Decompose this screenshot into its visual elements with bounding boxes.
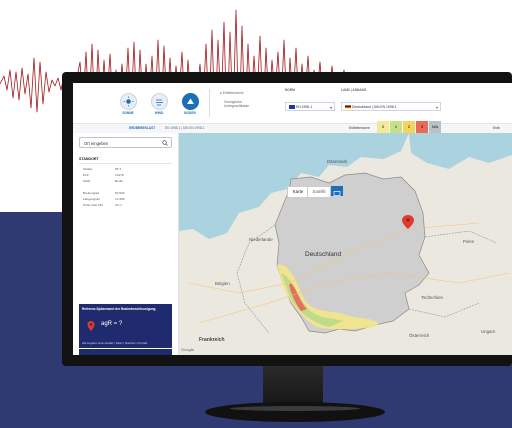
location-pin-icon xyxy=(87,321,95,331)
coord-key: Höhe über NN xyxy=(83,203,103,207)
map-label-czechia: Tschechien xyxy=(421,295,443,300)
zone-legend-text: 2 xyxy=(407,124,411,129)
location-key: PLZ xyxy=(83,173,89,177)
map-label-poland: Polen xyxy=(463,239,475,244)
norm-label: NORM xyxy=(285,88,295,92)
chevron-down-icon: ▾ xyxy=(435,105,438,110)
app-header: SONNE WIND BODEN ● Erdbebenzone Geologis… xyxy=(73,83,512,123)
soil-icon xyxy=(187,98,194,104)
layer-option-zone[interactable]: ● Erdbebenzone xyxy=(220,91,244,95)
search-input[interactable]: Ort eingeben xyxy=(79,137,172,148)
zone-legend-label: Erdbebenzone xyxy=(349,126,370,130)
nav-sun-button[interactable] xyxy=(120,93,137,110)
coord-value: 52.520 xyxy=(115,191,125,195)
germany-flag-icon xyxy=(345,105,351,109)
zone-legend-overlay: 0 1 2 3 N/A xyxy=(377,121,441,133)
map-canvas xyxy=(179,133,512,355)
map-view[interactable]: Karte Satellit Deutschland Frankreich Po… xyxy=(179,133,512,355)
monitor-stand-base xyxy=(205,402,385,422)
fullscreen-button[interactable] xyxy=(331,186,343,196)
location-value: 85 T xyxy=(115,167,122,171)
reference-formula: agR = ? xyxy=(101,321,123,327)
coord-value: 34 m xyxy=(115,203,122,207)
nav-wind-button[interactable] xyxy=(151,93,168,110)
header-divider xyxy=(209,89,210,117)
status-subtitle: EN 1998-1 | DIN EN 1998-1 xyxy=(165,126,205,130)
reference-panel: Referenz-Spitzenwert der Bodenbeschleuni… xyxy=(79,304,172,348)
coord-key: Längengrad xyxy=(83,197,100,201)
status-right-label: Erdb xyxy=(493,126,500,130)
norm-select[interactable]: EN 1998-1 ▾ xyxy=(285,102,335,111)
tab-map[interactable]: Karte xyxy=(287,186,309,198)
map-label-germany: Deutschland xyxy=(305,251,342,258)
map-label-netherlands: Niederlande xyxy=(249,237,273,242)
zone-legend-text: 0 xyxy=(381,124,385,129)
tab-satellite[interactable]: Satellit xyxy=(307,186,331,198)
search-icon[interactable] xyxy=(162,140,168,146)
footer-links[interactable]: Alle Angaben ohne Gewähr | Daten | Speic… xyxy=(82,342,170,345)
map-label-denmark: Dänemark xyxy=(327,159,348,164)
location-section-title: STANDORT xyxy=(79,157,99,161)
nav-soil-button[interactable] xyxy=(182,93,199,110)
map-label-belgium: Belgien xyxy=(215,281,230,286)
wind-icon xyxy=(156,99,163,106)
country-select[interactable]: Deutschland | DIN EN 1998-1 ▾ xyxy=(341,102,441,111)
map-attribution: Google xyxy=(181,347,194,352)
norm-select-value: EN 1998-1 xyxy=(296,105,313,109)
zone-legend-text: N/A xyxy=(432,125,438,129)
location-value: Berlin xyxy=(115,179,123,183)
map-label-austria: Österreich xyxy=(409,333,430,338)
nav-wind-label: WIND xyxy=(154,111,164,115)
map-label-france: Frankreich xyxy=(199,337,225,343)
reference-box xyxy=(79,349,172,355)
layer-option-zone-label: Erdbebenzone xyxy=(222,91,244,95)
status-title: ERDBEBENLAST xyxy=(129,126,156,130)
nav-sun-label: SONNE xyxy=(122,111,134,115)
coord-key: Breitengrad xyxy=(83,191,99,195)
location-value: 10178 xyxy=(115,173,124,177)
map-label-hungary: Ungarn xyxy=(481,329,496,334)
location-key: Stadt xyxy=(83,179,91,183)
zone-legend-text: 1 xyxy=(394,124,398,129)
nav-soil-label: BODEN xyxy=(184,111,196,115)
monitor-stand-highlight xyxy=(230,406,360,411)
layer-option-geology[interactable]: Geologische Untergrundklasse xyxy=(224,100,264,108)
reference-title: Referenz-Spitzenwert der Bodenbeschleuni… xyxy=(82,307,156,311)
location-key: Straße xyxy=(83,167,93,171)
zone-legend-text: 3 xyxy=(420,124,424,129)
sun-icon xyxy=(123,96,134,107)
divider xyxy=(79,163,172,164)
screen-icon xyxy=(333,191,341,196)
status-bar: ERDBEBENLAST EN 1998-1 | DIN EN 1998-1 E… xyxy=(73,123,512,133)
country-select-value: Deutschland | DIN EN 1998-1 xyxy=(352,105,397,109)
chevron-down-icon: ▾ xyxy=(329,105,332,110)
coord-value: 13.405 xyxy=(115,197,125,201)
country-label: LAND | ANHANG xyxy=(341,88,367,92)
eu-flag-icon xyxy=(289,105,295,109)
